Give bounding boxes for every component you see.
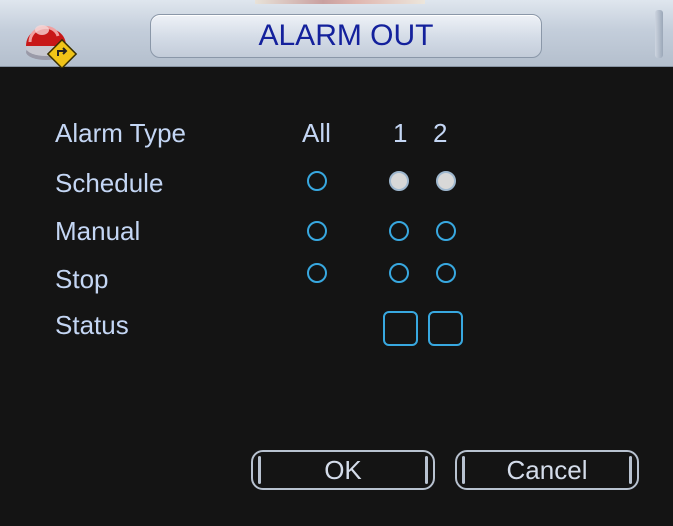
title-pill: ALARM OUT (150, 14, 542, 58)
schedule-channel-2-radio[interactable] (436, 171, 456, 191)
row-label-manual: Manual (55, 216, 141, 246)
row-label-schedule: Schedule (55, 168, 164, 198)
dialog-title: ALARM OUT (258, 19, 434, 52)
manual-channel-2-radio[interactable] (436, 221, 456, 241)
title-bar-decoration (255, 0, 425, 4)
column-header-all: All (302, 118, 331, 148)
cancel-button[interactable]: Cancel (455, 450, 639, 490)
ok-button[interactable]: OK (251, 450, 435, 490)
row-label-status: Status (55, 310, 129, 340)
stop-channel-2-radio[interactable] (436, 263, 456, 283)
manual-channel-1-radio[interactable] (389, 221, 409, 241)
status-indicator-channel-1 (383, 311, 418, 346)
manual-all-radio[interactable] (307, 221, 327, 241)
title-bar: ALARM OUT (0, 0, 673, 68)
alarm-out-dialog: ALARM OUT Alarm Type All 1 2 Schedule Ma… (0, 0, 673, 526)
stop-all-radio[interactable] (307, 263, 327, 283)
column-header-1: 1 (393, 118, 408, 148)
row-label-stop: Stop (55, 264, 109, 294)
alarm-output-icon (26, 25, 78, 68)
status-indicator-channel-2 (428, 311, 463, 346)
alarm-type-label: Alarm Type (55, 118, 187, 148)
ok-button-label: OK (324, 454, 362, 485)
stop-channel-1-radio[interactable] (389, 263, 409, 283)
column-header-2: 2 (433, 118, 448, 148)
schedule-all-radio[interactable] (307, 171, 327, 191)
cancel-button-label: Cancel (506, 454, 588, 485)
schedule-channel-1-radio[interactable] (389, 171, 409, 191)
title-bar-edge (655, 10, 663, 58)
